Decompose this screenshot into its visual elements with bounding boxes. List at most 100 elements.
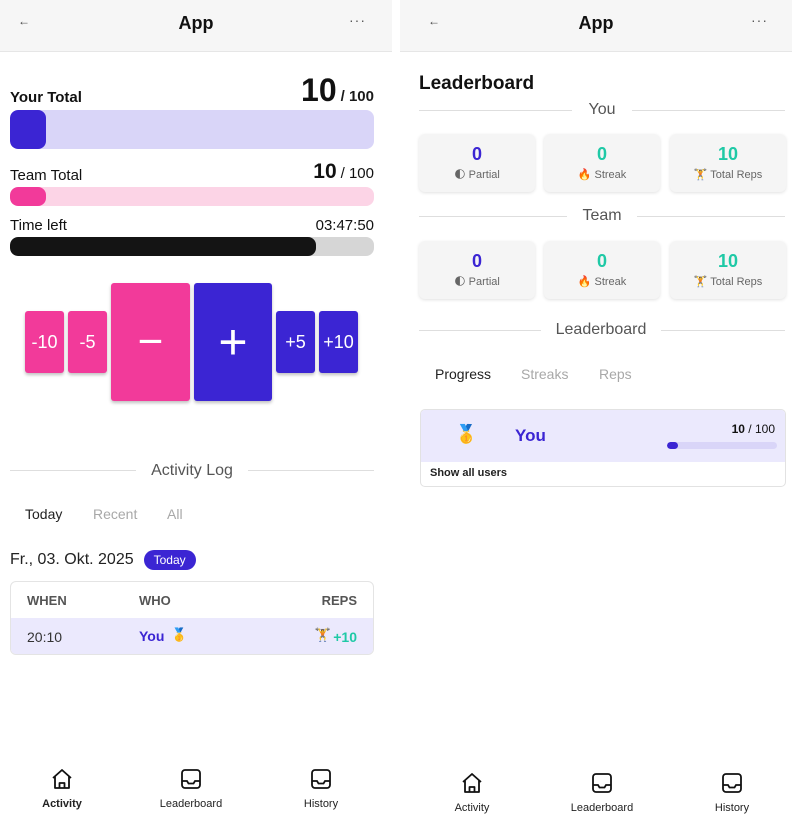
row-when: 20:10: [27, 629, 63, 645]
tab-progress[interactable]: Progress: [435, 366, 491, 382]
weightlifter-icon: 🏋: [693, 169, 708, 181]
weightlifter-icon: 🏋: [314, 627, 331, 642]
team-total-reps-card: 10 🏋 Total Reps: [670, 241, 786, 299]
nav-history[interactable]: History: [271, 767, 371, 810]
team-section-title: Team: [582, 207, 622, 224]
entry-progress-bar: [667, 442, 777, 449]
half-moon-icon: 🌓: [454, 276, 466, 288]
leaderboard-screen: ← App ···: [400, 0, 792, 816]
inbox-icon: [181, 769, 201, 789]
column-who: WHO: [139, 593, 171, 608]
your-total-count: 10: [301, 72, 337, 108]
team-partial-card: 0 🌓 Partial: [419, 241, 535, 299]
you-section-title: You: [588, 101, 616, 118]
gold-medal-icon: 🥇: [455, 424, 478, 444]
inbox-icon: [311, 769, 331, 789]
app-title: App: [578, 13, 614, 33]
column-reps: REPS: [321, 593, 357, 608]
row-who: You: [139, 628, 165, 644]
column-when: WHEN: [27, 593, 67, 608]
tab-reps[interactable]: Reps: [599, 366, 632, 382]
stat-value: 0: [596, 251, 607, 271]
minus-button[interactable]: −: [111, 283, 190, 401]
activity-log-title: Activity Log: [151, 462, 233, 479]
team-total-max: / 100: [340, 165, 374, 182]
plus-5-button[interactable]: +5: [276, 311, 315, 373]
entry-score: 10 / 100: [731, 422, 775, 436]
stat-label: 🏋 Total Reps: [693, 169, 763, 181]
more-options-icon[interactable]: ···: [349, 12, 366, 28]
nav-activity[interactable]: Activity: [422, 771, 522, 814]
tab-streaks[interactable]: Streaks: [521, 366, 568, 382]
nav-leaderboard[interactable]: Leaderboard: [552, 771, 652, 814]
entry-progress-fill: [667, 442, 678, 449]
today-badge: Today: [143, 550, 196, 570]
your-total-max: / 100: [340, 88, 374, 105]
nav-history[interactable]: History: [682, 771, 782, 814]
plus-10-button[interactable]: +10: [319, 311, 358, 373]
divider: [419, 110, 572, 111]
you-partial-card: 0 🌓 Partial: [419, 134, 535, 192]
entry-row: 🥇 You 10 / 100: [421, 410, 785, 462]
table-header: WHEN WHO REPS: [11, 582, 373, 618]
nav-history-label: History: [714, 802, 750, 814]
tab-all[interactable]: All: [167, 506, 183, 522]
divider: [637, 216, 785, 217]
your-total-progress-fill: [10, 110, 47, 149]
team-total-value: 10 / 100: [313, 160, 374, 184]
minus-5-button[interactable]: -5: [68, 311, 107, 373]
stat-label: 🏋 Total Reps: [693, 276, 763, 288]
stat-label: 🔥 Streak: [577, 276, 627, 288]
minus-10-button[interactable]: -10: [25, 311, 64, 373]
leaderboard-entry[interactable]: 🥇 You 10 / 100 Show all users: [420, 409, 786, 487]
stat-label: 🌓 Partial: [454, 169, 500, 181]
gold-medal-icon: 🥇: [171, 627, 188, 642]
time-left-value: 03:47:50: [315, 217, 374, 234]
table-row[interactable]: 20:10 You 🥇 🏋 +10: [11, 618, 373, 654]
more-options-icon[interactable]: ···: [751, 12, 768, 28]
half-moon-icon: 🌓: [454, 169, 466, 181]
stat-value: 10: [717, 251, 739, 271]
show-all-users-link[interactable]: Show all users: [430, 467, 507, 479]
divider: [661, 330, 785, 331]
divider: [10, 470, 136, 471]
screen-separator: [392, 0, 400, 816]
entry-name: You: [515, 426, 546, 445]
fire-icon: 🔥: [577, 276, 592, 288]
tab-today[interactable]: Today: [25, 506, 62, 522]
nav-activity-label: Activity: [454, 802, 490, 814]
app-header: ← App ···: [400, 0, 792, 52]
nav-activity-label: Activity: [42, 798, 82, 810]
nav-leaderboard[interactable]: Leaderboard: [141, 767, 241, 810]
stat-label: 🔥 Streak: [577, 169, 627, 181]
tab-recent[interactable]: Recent: [93, 506, 137, 522]
stat-value: 0: [596, 144, 607, 164]
leaderboard-section-title: Leaderboard: [555, 321, 647, 338]
home-icon: [52, 769, 72, 789]
stat-label: 🌓 Partial: [454, 276, 500, 288]
nav-leaderboard-label: Leaderboard: [159, 798, 223, 810]
time-left-progress-bar: [10, 237, 374, 256]
time-left-label: Time left: [10, 217, 67, 234]
you-total-reps-card: 10 🏋 Total Reps: [670, 134, 786, 192]
nav-activity[interactable]: Activity: [12, 767, 112, 810]
stat-value: 0: [471, 144, 482, 164]
home-icon: [462, 773, 482, 793]
nav-leaderboard-label: Leaderboard: [570, 802, 634, 814]
team-streak-card: 0 🔥 Streak: [544, 241, 660, 299]
date-header: Fr., 03. Okt. 2025 Today: [10, 550, 196, 570]
page-title: Leaderboard: [419, 73, 535, 94]
your-total-progress-bar: [10, 110, 374, 149]
divider: [419, 330, 541, 331]
team-total-label: Team Total: [10, 167, 83, 184]
team-total-progress-bar: [10, 187, 374, 206]
weightlifter-icon: 🏋: [693, 276, 708, 288]
fire-icon: 🔥: [577, 169, 592, 181]
divider: [248, 470, 374, 471]
nav-history-label: History: [303, 798, 339, 810]
plus-button[interactable]: +: [194, 283, 272, 401]
team-total-count: 10: [313, 160, 337, 183]
your-total-label: Your Total: [10, 89, 82, 106]
row-reps: +10: [333, 629, 357, 645]
team-total-progress-fill: [10, 187, 47, 206]
